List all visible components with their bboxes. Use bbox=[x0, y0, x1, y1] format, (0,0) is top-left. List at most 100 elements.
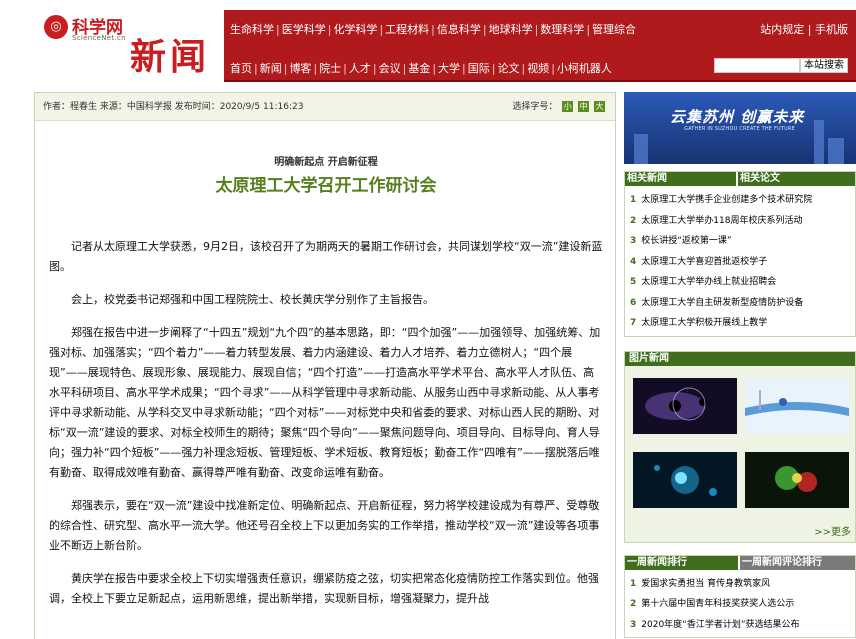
list-item[interactable]: 4 太原理工大学喜迎首批返校学子 bbox=[630, 252, 850, 273]
nav-link[interactable]: 数理科学 bbox=[540, 21, 584, 37]
list-item-number: 3 bbox=[630, 619, 637, 630]
article-panel: 作者：程春生 来源：中国科学报 发布时间：2020/9/5 11:16:23 选… bbox=[34, 92, 616, 639]
logo[interactable]: ◎ 科学网 ScienceNet.cn 新闻 bbox=[34, 10, 224, 82]
font-size-large[interactable]: 大 bbox=[594, 101, 605, 112]
list-item[interactable]: 2 太原理工大学举办118周年校庆系列活动 bbox=[630, 211, 850, 232]
list-item[interactable]: 3 校长讲授“返校第一课” bbox=[630, 231, 850, 252]
tab-related-news[interactable]: 相关新闻 bbox=[625, 172, 737, 186]
nav-separator: | bbox=[283, 62, 288, 75]
search-input[interactable] bbox=[714, 58, 800, 73]
nav-separator: | bbox=[521, 62, 526, 75]
nav-link[interactable]: 医学科学 bbox=[282, 21, 326, 37]
nav-separator: | bbox=[432, 62, 437, 75]
nav-separator: | bbox=[313, 62, 318, 75]
category-nav: 生命科学 | 医学科学 | 化学科学 | 工程材料 | 信息科学 | 地球科学 | 数理科学 | 管理综合 bbox=[230, 21, 636, 37]
nav-link[interactable]: 信息科学 bbox=[437, 21, 481, 37]
nav-separator: | bbox=[482, 23, 487, 36]
nav-link[interactable]: 会议 bbox=[379, 60, 401, 76]
main-nav: 首页 | 新闻 | 博客 | 院士 | 人才 | 会议 | 基金 | 大学 | 国际 | 论文 | 视频 | 小柯机器人 bbox=[230, 60, 612, 76]
nav-link[interactable]: 基金 bbox=[408, 60, 430, 76]
list-item[interactable]: 2 第十六届中国青年科技奖获奖人选公示 bbox=[630, 594, 850, 615]
list-item-link[interactable]: 太原理工大学举办118周年校庆系列活动 bbox=[641, 216, 802, 226]
nav-link[interactable]: 小柯机器人 bbox=[557, 60, 612, 76]
banner-text: 云集苏州 创赢未来 bbox=[670, 108, 805, 126]
font-size-label: 选择字号： bbox=[512, 102, 558, 112]
nav-link[interactable]: 管理综合 bbox=[592, 21, 636, 37]
nav-separator: | bbox=[586, 23, 591, 36]
list-item-link[interactable]: 太原理工大学携手企业创建多个技术研究院 bbox=[641, 195, 812, 205]
list-item[interactable]: 1 爱国求实勇担当 育传身教筑家风 bbox=[630, 574, 850, 595]
tab-related-papers[interactable]: 相关论文 bbox=[738, 172, 855, 186]
photo-thumb-tissue[interactable] bbox=[745, 451, 849, 508]
list-item[interactable]: 1 太原理工大学携手企业创建多个技术研究院 bbox=[630, 190, 850, 211]
list-item-link[interactable]: 2020年度“香江学者计划”获选结果公布 bbox=[641, 620, 799, 630]
font-size-small[interactable]: 小 bbox=[562, 101, 574, 112]
nav-link[interactable]: 新闻 bbox=[260, 60, 282, 76]
nav-link[interactable]: 生命科学 bbox=[230, 21, 274, 37]
nav-link[interactable]: 论文 bbox=[497, 60, 519, 76]
related-tabs: 相关新闻 相关论文 bbox=[625, 172, 855, 186]
list-item[interactable]: 5 太原理工大学举办线上就业招聘会 bbox=[630, 272, 850, 293]
nav-link[interactable]: 人才 bbox=[349, 60, 371, 76]
nav-link[interactable]: 工程材料 bbox=[385, 21, 429, 37]
ranking-list: 1 爱国求实勇担当 育传身教筑家风 2 第十六届中国青年科技奖获奖人选公示 3 2020年… bbox=[625, 570, 855, 638]
font-size-medium[interactable]: 中 bbox=[578, 101, 590, 112]
nav-link[interactable]: 国际 bbox=[468, 60, 490, 76]
nav-separator: | bbox=[402, 62, 407, 75]
nav-link[interactable]: 博客 bbox=[289, 60, 311, 76]
list-item-link[interactable]: 第十六届中国青年科技奖获奖人选公示 bbox=[641, 599, 794, 609]
tab-weekly-comment-rank[interactable]: 一周新闻评论排行 bbox=[740, 555, 855, 570]
list-item-link[interactable]: 爱国求实勇担当 育传身教筑家风 bbox=[641, 579, 770, 589]
banner-building bbox=[828, 138, 844, 164]
ad-banner[interactable]: 云集苏州 创赢未来 GATHER IN SUZHOU CREATE THE FU… bbox=[624, 92, 856, 164]
section-title: 新闻 bbox=[130, 37, 211, 78]
search-button[interactable]: 本站搜索 bbox=[800, 58, 848, 73]
photo-thumb-blackholes[interactable] bbox=[633, 377, 737, 434]
list-item-link[interactable]: 太原理工大学自主研发新型疫情防护设备 bbox=[641, 298, 803, 308]
article-paragraph: 郑强表示，要在“双一流”建设中找准新定位、明确新起点、开启新征程，努力将学校建设… bbox=[49, 499, 600, 552]
photo-more-link[interactable]: >>更多 bbox=[814, 523, 851, 538]
nav-link[interactable]: 首页 bbox=[230, 60, 252, 76]
list-item[interactable]: 6 太原理工大学自主研发新型疫情防护设备 bbox=[630, 293, 850, 314]
list-item-number: 4 bbox=[630, 256, 637, 267]
list-item-number: 6 bbox=[630, 297, 637, 308]
nav-separator: | bbox=[551, 62, 555, 75]
article-paragraph: 黄庆学在报告中要求全校上下切实增强责任意识，绷紧防疫之弦，切实把常态化疫情防控工… bbox=[49, 572, 599, 605]
sidebar: 云集苏州 创赢未来 GATHER IN SUZHOU CREATE THE FU… bbox=[624, 92, 856, 638]
nav-separator: | bbox=[379, 23, 384, 36]
list-item-link[interactable]: 太原理工大学积极开展线上教学 bbox=[641, 318, 767, 328]
list-item-link[interactable]: 校长讲授“返校第一课” bbox=[641, 236, 731, 246]
nav-link[interactable]: 化学科学 bbox=[333, 21, 377, 37]
article-body: 记者从太原理工大学获悉，9月2日，该校召开了为期两天的暑期工作研讨会，共同谋划学… bbox=[49, 237, 605, 622]
logo-subtext: ScienceNet.cn bbox=[72, 34, 126, 42]
list-item-link[interactable]: 太原理工大学举办线上就业招聘会 bbox=[641, 277, 776, 287]
article-paragraph: 会上，校党委书记郑强和中国工程院院士、校长黄庆学分别作了主旨报告。 bbox=[71, 293, 434, 306]
nav-link[interactable]: 大学 bbox=[438, 60, 460, 76]
logo-icon: ◎ bbox=[44, 15, 68, 39]
article-paragraph: 记者从太原理工大学获悉，9月2日，该校召开了为期两天的暑期工作研讨会，共同谋划学… bbox=[49, 240, 603, 273]
banner-building bbox=[814, 120, 824, 164]
ranking-panel: 一周新闻排行 一周新闻评论排行 1 爱国求实勇担当 育传身教筑家风 2 第十六届中国青… bbox=[624, 554, 856, 638]
nav-separator: | bbox=[327, 23, 332, 36]
tab-weekly-news-rank[interactable]: 一周新闻排行 bbox=[625, 555, 739, 570]
list-item[interactable]: 7 太原理工大学积极开展线上教学 bbox=[630, 313, 850, 334]
list-item[interactable]: 3 2020年度“香江学者计划”获选结果公布 bbox=[630, 615, 850, 636]
article-paragraph: 郑强在报告中进一步阐释了“十四五”规划“九个四”的基本思路，即：“四个加强”——… bbox=[49, 326, 601, 479]
nav-link[interactable]: 地球科学 bbox=[489, 21, 533, 37]
nav-link[interactable]: 院士 bbox=[319, 60, 341, 76]
banner-subtext: GATHER IN SUZHOU CREATE THE FUTURE bbox=[684, 126, 796, 132]
nav-link[interactable]: 视频 bbox=[527, 60, 549, 76]
list-item-link[interactable]: 太原理工大学喜迎首批返校学子 bbox=[641, 257, 767, 267]
nav-separator: | bbox=[343, 62, 347, 75]
font-size-selector: 选择字号： 小 中 大 bbox=[512, 93, 605, 121]
photo-thumb-cells[interactable] bbox=[633, 451, 737, 508]
photo-thumb-particle[interactable] bbox=[745, 377, 849, 434]
list-item-number: 2 bbox=[630, 599, 637, 609]
banner-building bbox=[634, 134, 648, 164]
article-meta: 作者：程春生 来源：中国科学报 发布时间：2020/9/5 11:16:23 选… bbox=[35, 93, 615, 121]
nav-separator: | bbox=[372, 62, 377, 75]
related-news-list: 1 太原理工大学携手企业创建多个技术研究院 2 太原理工大学举办118周年校庆系列活动… bbox=[625, 186, 855, 336]
article-meta-text: 作者：程春生 来源：中国科学报 发布时间：2020/9/5 11:16:23 bbox=[43, 102, 304, 112]
utility-links[interactable]: 站内规定 | 手机版 bbox=[760, 21, 848, 37]
nav-separator: | bbox=[431, 23, 435, 36]
